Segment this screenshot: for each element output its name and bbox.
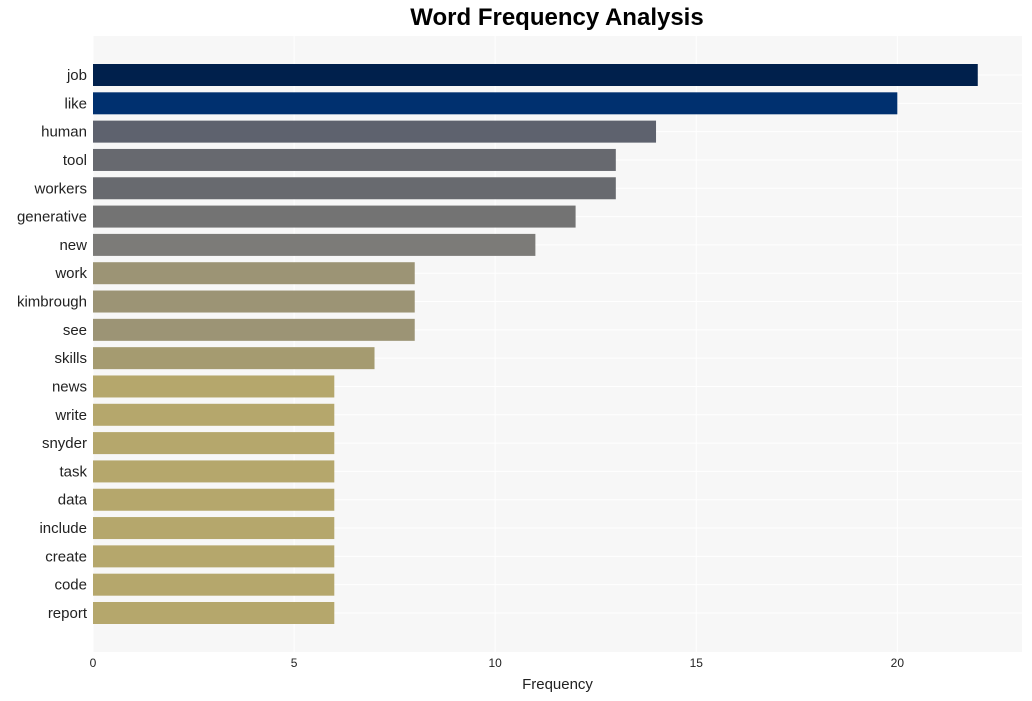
bar-work <box>93 262 415 285</box>
bar-human <box>93 120 657 143</box>
bar-chart: job like human tool workers generative new work… <box>17 36 1022 693</box>
y-tick-label: generative <box>17 209 87 226</box>
bar-write <box>93 403 335 426</box>
y-tick-label: kimbrough <box>17 294 87 311</box>
x-tick-label: 15 <box>690 656 704 670</box>
x-axis-label: Frequency <box>522 676 593 693</box>
bar-workers <box>93 177 616 200</box>
bar-create <box>93 545 335 568</box>
y-tick-label: like <box>64 95 87 112</box>
bar-see <box>93 318 415 341</box>
bar-data <box>93 488 335 511</box>
y-tick-label: new <box>59 237 87 254</box>
y-tick-label: code <box>54 577 87 594</box>
y-tick-label: news <box>52 378 87 395</box>
y-tick-label: report <box>48 605 88 622</box>
y-tick-label: tool <box>63 152 87 169</box>
y-tick-label: create <box>45 548 87 565</box>
x-tick-label: 20 <box>891 656 905 670</box>
bar-like <box>93 92 898 115</box>
y-tick-label: snyder <box>42 435 87 452</box>
bar-generative <box>93 205 576 228</box>
bar-task <box>93 460 335 483</box>
y-tick-label: workers <box>33 180 87 197</box>
y-tick-label: see <box>63 322 87 339</box>
bar-job <box>93 64 978 86</box>
x-tick-labels: 0 5 10 15 20 <box>90 656 905 670</box>
bar-code <box>93 573 335 596</box>
bar-news <box>93 375 335 398</box>
y-tick-label: job <box>66 67 87 84</box>
y-tick-label: human <box>41 124 87 141</box>
y-tick-label: skills <box>55 350 88 367</box>
y-tick-label: write <box>54 407 87 424</box>
y-tick-label: task <box>59 463 87 480</box>
y-tick-label: include <box>39 520 87 537</box>
y-tick-label: work <box>54 265 87 282</box>
bar-snyder <box>93 432 335 455</box>
bar-kimbrough <box>93 290 415 313</box>
x-tick-label: 5 <box>291 656 298 670</box>
x-tick-label: 10 <box>488 656 502 670</box>
bar-include <box>93 517 335 540</box>
y-tick-label: data <box>58 492 88 509</box>
y-tick-labels: job like human tool workers generative new work… <box>17 67 88 622</box>
bar-new <box>93 233 536 256</box>
bar-skills <box>93 347 375 370</box>
bar-report <box>93 602 335 624</box>
x-tick-label: 0 <box>90 656 97 670</box>
bar-tool <box>93 148 616 171</box>
